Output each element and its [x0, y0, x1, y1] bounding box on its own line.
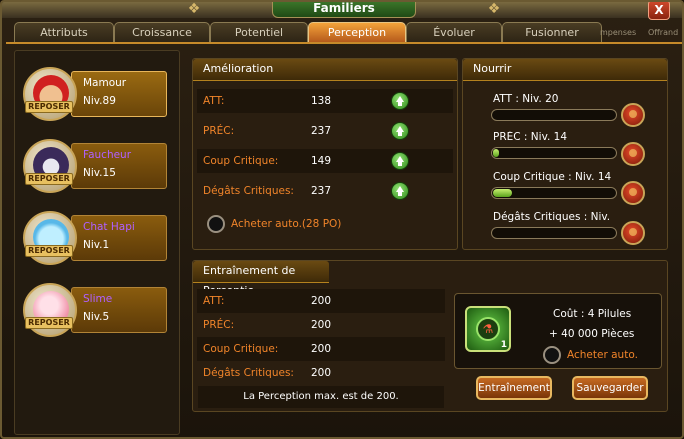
stat-value: 237: [311, 125, 332, 137]
feed-progress-bar: [491, 187, 617, 199]
entrainement-row-degats-critiques: Dégâts Critiques: 200: [197, 361, 445, 385]
pill-symbol-icon: ⚗: [476, 317, 500, 341]
amelioration-panel: Amélioration ATT: 138 PRÉC: 237 Coup Cri…: [192, 58, 458, 250]
feed-button[interactable]: [621, 142, 645, 166]
upgrade-arrow-icon[interactable]: [391, 152, 409, 170]
background-text-2: Offrand: [648, 28, 679, 37]
feed-label: Dégâts Critiques : Niv. 1: [493, 211, 609, 223]
cost-pills: Coût : 4 Pilules: [553, 308, 632, 320]
upgrade-arrow-icon[interactable]: [391, 92, 409, 110]
pet-name: Mamour: [83, 77, 127, 89]
item-quantity: 1: [500, 340, 507, 350]
pet-level: Niv.5: [83, 311, 110, 323]
nourrir-title: Nourrir: [463, 59, 667, 81]
save-button[interactable]: Sauvegarder: [572, 376, 648, 400]
amelioration-title: Amélioration: [193, 59, 457, 81]
feed-label: Coup Critique : Niv. 14: [493, 171, 612, 183]
background-text-1: mpenses: [600, 28, 637, 37]
pet-item-slime[interactable]: REPOSER Slime Niv.5: [23, 283, 175, 337]
pet-level: Niv.89: [83, 95, 116, 107]
train-button[interactable]: Entraînement: [476, 376, 552, 400]
feed-progress-fill: [493, 149, 500, 157]
pet-level: Niv.1: [83, 239, 110, 251]
perception-max-note: La Perception max. est de 200.: [198, 386, 444, 408]
entrainement-title: Entraînement de Perceptio: [193, 261, 329, 297]
auto-buy-label: Acheter auto.(28 PO): [231, 218, 342, 230]
pet-list: REPOSER Mamour Niv.89 REPOSER Faucheur N…: [14, 50, 180, 435]
stat-label: ATT:: [203, 295, 225, 307]
amelioration-row-prec: PRÉC: 237: [197, 119, 453, 143]
tab-fusionner[interactable]: Fusionner: [502, 22, 602, 43]
pet-name: Slime: [83, 293, 113, 305]
cost-coins: + 40 000 Pièces: [549, 328, 635, 340]
pet-name: Chat Hapi: [83, 221, 135, 233]
stat-label: Dégâts Critiques:: [203, 185, 294, 197]
stat-value: 149: [311, 155, 332, 167]
reposer-badge[interactable]: REPOSER: [25, 245, 73, 257]
tab-croissance[interactable]: Croissance: [114, 22, 210, 43]
training-auto-buy-label: Acheter auto.: [567, 349, 638, 361]
pet-item-faucheur[interactable]: REPOSER Faucheur Niv.15: [23, 139, 175, 193]
feed-label: PRÉC : Niv. 14: [493, 131, 568, 143]
auto-buy-radio[interactable]: [207, 215, 225, 233]
amelioration-row-att: ATT: 138: [197, 89, 453, 113]
nourrir-panel: Nourrir ATT : Niv. 20 PRÉC : Niv. 14 Cou…: [462, 58, 668, 250]
stat-value: 200: [311, 295, 332, 307]
stat-label: PRÉC:: [203, 125, 235, 137]
ornament-left-icon: ❖: [187, 1, 201, 17]
feed-progress-bar: [491, 227, 617, 239]
stat-value: 200: [311, 319, 332, 331]
reposer-badge[interactable]: REPOSER: [25, 173, 73, 185]
training-auto-buy-radio[interactable]: [543, 346, 561, 364]
feed-button[interactable]: [621, 221, 645, 245]
tab-divider: [6, 42, 682, 44]
tab-attributs[interactable]: Attributs: [14, 22, 114, 43]
entrainement-row-att: ATT: 200: [197, 289, 445, 313]
upgrade-arrow-icon[interactable]: [391, 122, 409, 140]
pill-item-icon: ⚗ 1: [465, 306, 511, 352]
stat-label: Dégâts Critiques:: [203, 367, 294, 379]
close-button[interactable]: X: [648, 2, 670, 20]
stat-value: 237: [311, 185, 332, 197]
feed-button[interactable]: [621, 103, 645, 127]
feed-label: ATT : Niv. 20: [493, 93, 559, 105]
feed-progress-bar: [491, 147, 617, 159]
stat-value: 200: [311, 343, 332, 355]
feed-progress-fill: [493, 189, 512, 197]
amelioration-row-coup-critique: Coup Critique: 149: [197, 149, 453, 173]
entrainement-row-coup-critique: Coup Critique: 200: [197, 337, 445, 361]
stat-label: ATT:: [203, 95, 225, 107]
pet-level: Niv.15: [83, 167, 116, 179]
pet-item-mamour[interactable]: REPOSER Mamour Niv.89: [23, 67, 175, 121]
pets-window: ❖ ❖ Familiers X Attributs Croissance Pot…: [0, 0, 684, 439]
stat-label: Coup Critique:: [203, 343, 279, 355]
tab-evoluer[interactable]: Évoluer: [406, 22, 502, 43]
tab-potentiel[interactable]: Potentiel: [210, 22, 308, 43]
entrainement-row-prec: PRÉC: 200: [197, 313, 445, 337]
stat-value: 200: [311, 367, 332, 379]
tab-perception[interactable]: Perception: [308, 22, 406, 43]
cost-box: ⚗ 1 Coût : 4 Pilules + 40 000 Pièces Ach…: [454, 293, 662, 369]
pet-item-chat-hapi[interactable]: REPOSER Chat Hapi Niv.1: [23, 211, 175, 265]
amelioration-row-degats-critiques: Dégâts Critiques: 237: [197, 179, 453, 203]
window-title: Familiers: [272, 2, 416, 18]
upgrade-arrow-icon[interactable]: [391, 182, 409, 200]
stat-label: Coup Critique:: [203, 155, 279, 167]
ornament-right-icon: ❖: [487, 1, 501, 17]
stat-value: 138: [311, 95, 332, 107]
feed-button[interactable]: [621, 181, 645, 205]
reposer-badge[interactable]: REPOSER: [25, 317, 73, 329]
pet-name: Faucheur: [83, 149, 132, 161]
feed-progress-bar: [491, 109, 617, 121]
reposer-badge[interactable]: REPOSER: [25, 101, 73, 113]
stat-label: PRÉC:: [203, 319, 235, 331]
